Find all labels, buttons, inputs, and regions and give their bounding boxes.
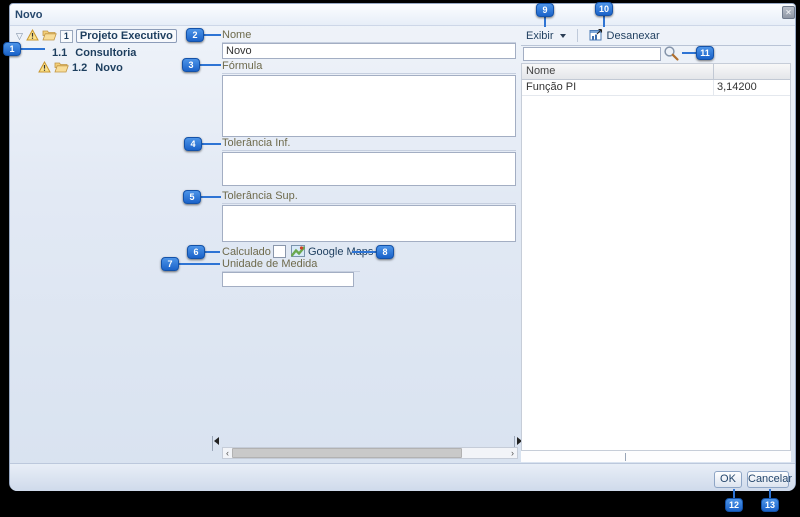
search-icon[interactable]: [663, 45, 680, 65]
search-input[interactable]: [523, 47, 661, 61]
callout-badge-11: 11: [696, 46, 714, 60]
tree-node-number-box: 1: [60, 30, 73, 43]
callout-line: [179, 263, 220, 265]
collapse-arrow-icon: [214, 437, 219, 445]
tree-node-projeto-executivo[interactable]: ▽ 1 Projeto Executivo: [16, 29, 177, 43]
table-cell-nome[interactable]: Função PI: [522, 80, 714, 95]
nome-input[interactable]: [222, 43, 516, 59]
attachments-table: Nome Função PI 3,14200: [521, 63, 791, 450]
callout-badge-3: 3: [182, 58, 200, 72]
scrollbar-tick: [625, 453, 626, 461]
table-header-valor[interactable]: [714, 64, 790, 79]
folder-icon: [54, 61, 69, 76]
unidade-input[interactable]: [222, 272, 354, 287]
expand-arrow-icon[interactable]: ▽: [16, 31, 23, 42]
desanexar-label: Desanexar: [607, 30, 660, 42]
tolerancia-sup-label: Tolerância Sup.: [222, 190, 516, 204]
callout-line: [352, 251, 376, 253]
tree-node-novo[interactable]: 1.2 Novo: [38, 61, 123, 75]
tree-node-number: 1.1: [52, 47, 67, 59]
table-header-nome[interactable]: Nome: [522, 64, 714, 79]
callout-badge-12: 12: [725, 498, 743, 512]
table-cell-valor[interactable]: 3,14200: [714, 80, 790, 95]
splitter-collapse-left[interactable]: [212, 436, 218, 451]
cancelar-button[interactable]: Cancelar: [747, 471, 789, 488]
unidade-label: Unidade de Medida: [222, 258, 360, 272]
nome-label: Nome: [222, 29, 516, 43]
tree-node-consultoria[interactable]: 1.1 Consultoria: [52, 46, 136, 60]
scroll-left-icon[interactable]: ‹: [223, 448, 232, 458]
tree-node-number: 1.2: [72, 62, 87, 74]
callout-line: [769, 489, 771, 498]
callout-line: [200, 64, 221, 66]
callout-badge-2: 2: [186, 28, 204, 42]
horizontal-scrollbar[interactable]: ‹ ›: [222, 447, 518, 459]
table-row[interactable]: Função PI 3,14200: [522, 80, 790, 96]
tolerancia-inf-textarea[interactable]: [222, 152, 516, 186]
close-icon[interactable]: ✕: [782, 6, 795, 19]
detach-icon: [589, 28, 603, 44]
callout-line: [204, 34, 221, 36]
exibir-menu-button[interactable]: Exibir: [521, 28, 571, 44]
warning-icon: [38, 61, 51, 76]
callout-line: [202, 143, 221, 145]
callout-badge-6: 6: [187, 245, 205, 259]
callout-badge-7: 7: [161, 257, 179, 271]
dialog-titlebar: [10, 4, 795, 26]
tree-node-label[interactable]: Consultoria: [75, 47, 136, 59]
exibir-label: Exibir: [526, 30, 554, 42]
callout-line: [21, 48, 45, 50]
toolbar-separator: [577, 29, 578, 42]
callout-line: [603, 16, 605, 27]
callout-badge-1: 1: [3, 42, 21, 56]
dialog-title: Novo: [15, 9, 43, 21]
scroll-right-icon[interactable]: ›: [508, 448, 517, 458]
callout-badge-9: 9: [536, 3, 554, 17]
callout-badge-4: 4: [184, 137, 202, 151]
formula-textarea[interactable]: [222, 75, 516, 137]
callout-badge-8: 8: [376, 245, 394, 259]
chevron-down-icon: [560, 34, 566, 38]
callout-line: [201, 196, 221, 198]
tree-node-label[interactable]: Novo: [95, 62, 123, 74]
tree-node-label-selected[interactable]: Projeto Executivo: [76, 29, 177, 43]
attachment-toolbar: Exibir Desanexar: [521, 26, 791, 46]
folder-icon: [42, 29, 57, 44]
callout-badge-13: 13: [761, 498, 779, 512]
tolerancia-sup-textarea[interactable]: [222, 205, 516, 242]
ok-button[interactable]: OK: [714, 471, 742, 488]
callout-line: [544, 17, 546, 27]
callout-badge-10: 10: [595, 2, 613, 16]
table-scrollbar-strip[interactable]: [521, 450, 791, 462]
scrollbar-thumb[interactable]: [232, 448, 462, 458]
callout-line: [733, 489, 735, 498]
formula-label: Fórmula: [222, 60, 516, 74]
tolerancia-inf-label: Tolerância Inf.: [222, 137, 516, 151]
callout-line: [205, 251, 220, 253]
warning-icon: [26, 29, 39, 44]
desanexar-button[interactable]: Desanexar: [584, 26, 665, 46]
table-header-row: Nome: [522, 64, 790, 80]
calculado-checkbox[interactable]: [273, 245, 286, 258]
screenshot-frame: Novo ✕ ▽ 1 Projeto Executivo 1.1 Consult…: [0, 0, 800, 517]
dialog-footer: [10, 463, 795, 491]
callout-badge-5: 5: [183, 190, 201, 204]
callout-line: [682, 52, 696, 54]
calculado-label: Calculado: [222, 246, 271, 258]
